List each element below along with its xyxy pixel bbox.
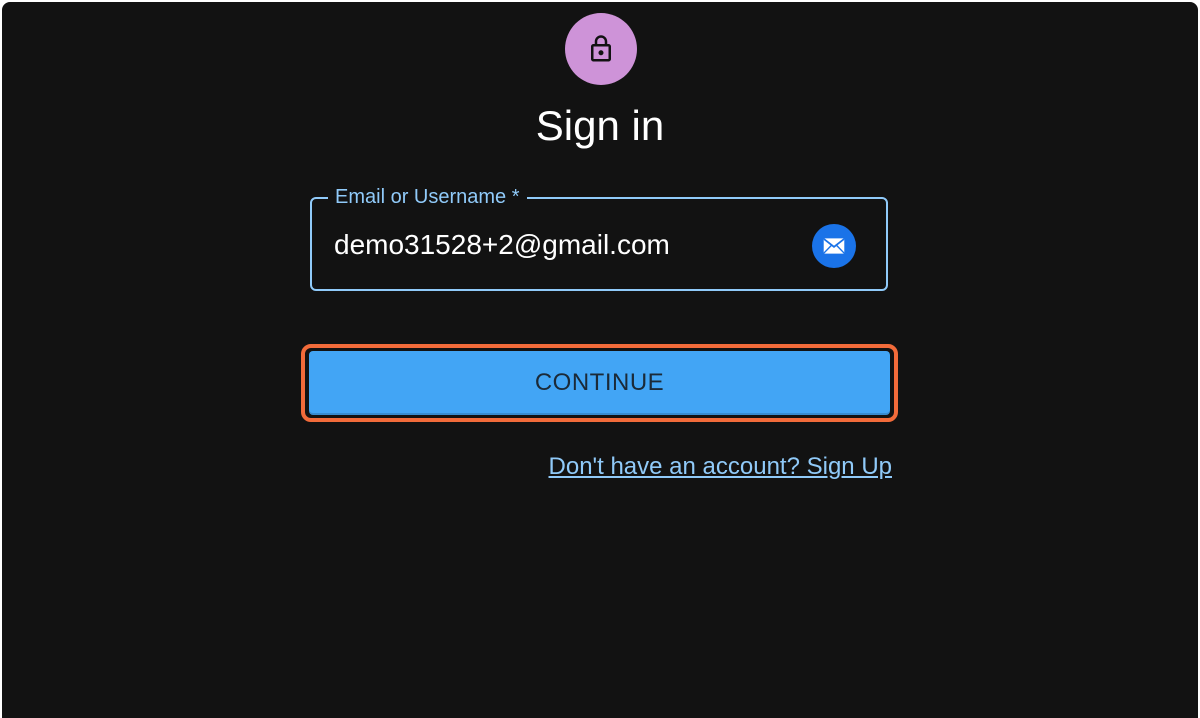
sign-up-link[interactable]: Don't have an account? Sign Up bbox=[549, 452, 892, 482]
lock-avatar bbox=[565, 13, 637, 85]
lock-icon bbox=[591, 35, 611, 62]
email-field-label: Email or Username * bbox=[328, 185, 527, 209]
mail-icon bbox=[812, 224, 856, 268]
page-title: Sign in bbox=[535, 102, 665, 149]
email-input[interactable] bbox=[334, 225, 794, 265]
email-field[interactable]: Email or Username * bbox=[310, 185, 888, 291]
continue-button[interactable]: CONTINUE bbox=[309, 351, 890, 415]
